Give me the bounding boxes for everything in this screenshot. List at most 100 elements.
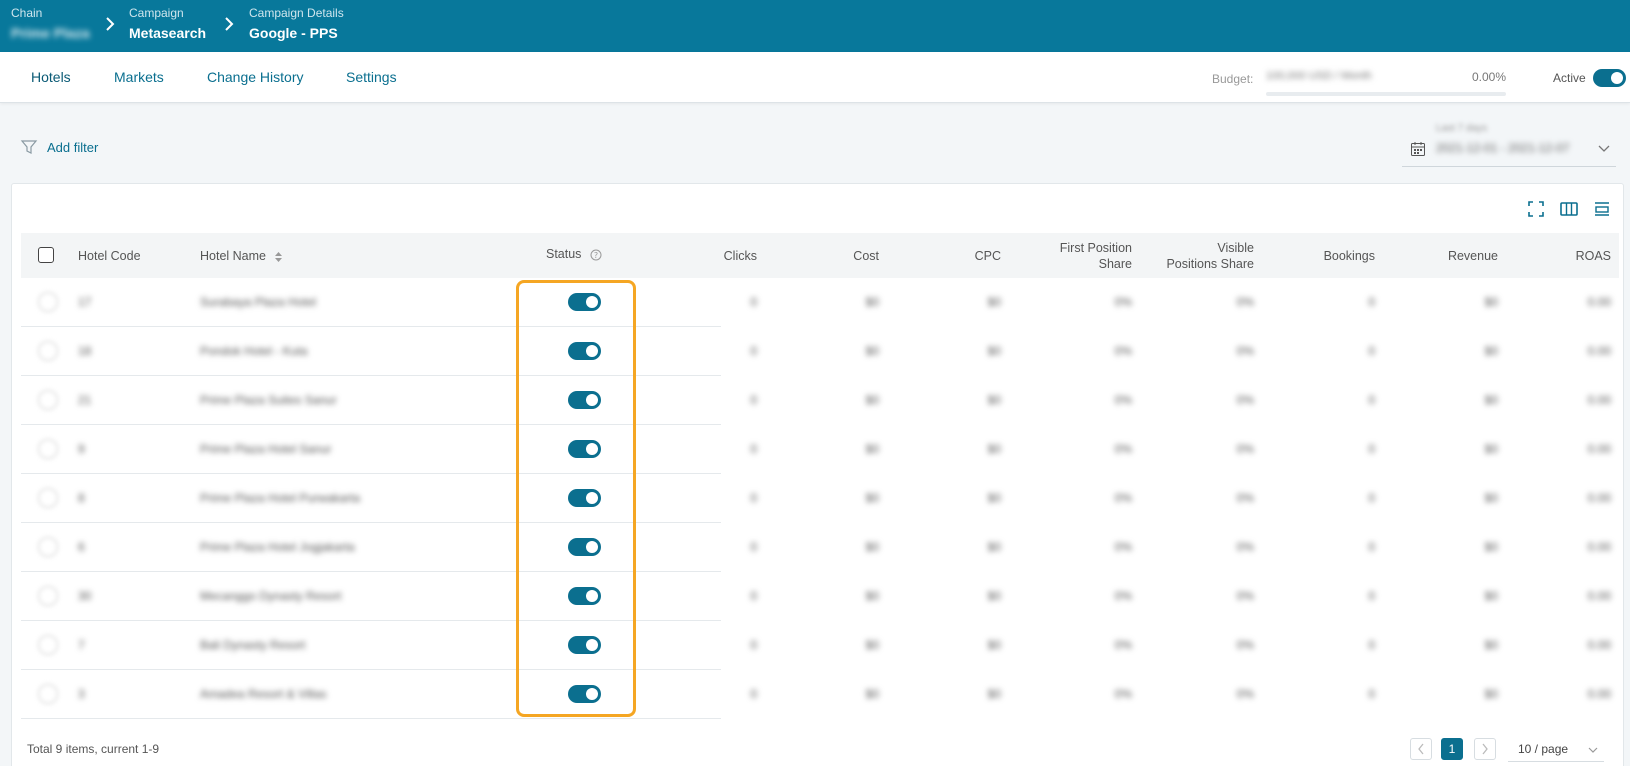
cell-hotel-name[interactable]: Bali Dynasty Resort: [200, 638, 305, 652]
select-all-checkbox[interactable]: [38, 247, 54, 263]
row-checkbox[interactable]: [38, 439, 58, 459]
column-clicks[interactable]: Clicks: [661, 248, 757, 264]
row-checkbox[interactable]: [38, 488, 58, 508]
page-1-button[interactable]: 1: [1441, 738, 1463, 760]
fullscreen-icon[interactable]: [1526, 199, 1546, 219]
cell-cost: $0: [865, 638, 879, 652]
help-icon[interactable]: ?: [590, 249, 602, 261]
cell-hotel-name[interactable]: Pondok Hotel - Kuta: [200, 344, 307, 358]
cell-revenue: $0: [1484, 393, 1498, 407]
cell-cost: $0: [865, 295, 879, 309]
row-checkbox[interactable]: [38, 341, 58, 361]
cell-cpc: $0: [987, 687, 1001, 701]
table-row[interactable]: 21 Prime Plaza Suites Sanur 0 $0 $0 0% 0% 0 $0 0.…: [21, 376, 1619, 425]
columns-icon[interactable]: [1559, 199, 1579, 219]
cell-hotel-name[interactable]: Prime Plaza Hotel Sanur: [200, 442, 331, 456]
row-checkbox[interactable]: [38, 684, 58, 704]
cell-cpc: $0: [987, 295, 1001, 309]
table-row[interactable]: 3 Amadea Resort & Villas 0 $0 $0 0% 0% 0 $0 0.00: [21, 670, 1619, 719]
column-visible-positions-share[interactable]: Visible Positions Share: [1141, 240, 1254, 272]
breadcrumb-chain[interactable]: Chain Prime Plaza: [11, 6, 90, 42]
table-row[interactable]: 7 Bali Dynasty Resort 0 $0 $0 0% 0% 0 $0 0.00: [21, 621, 1619, 670]
table-row[interactable]: 18 Pondok Hotel - Kuta 0 $0 $0 0% 0% 0 $0 0.00: [21, 327, 1619, 376]
row-checkbox[interactable]: [38, 635, 58, 655]
row-checkbox[interactable]: [38, 292, 58, 312]
cell-hotel-code: 18: [78, 344, 92, 358]
status-toggle[interactable]: [568, 293, 601, 311]
next-page-button[interactable]: [1474, 738, 1496, 760]
column-roas[interactable]: ROAS: [1521, 248, 1611, 264]
column-first-position-share[interactable]: First Position Share: [1021, 240, 1132, 272]
status-toggle[interactable]: [568, 538, 601, 556]
cell-first-position-share: 0%: [1114, 295, 1132, 309]
column-hotel-name[interactable]: Hotel Name: [200, 248, 283, 264]
cell-cost: $0: [865, 442, 879, 456]
table-row[interactable]: 17 Surabaya Plaza Hotel 0 $0 $0 0% 0% 0 $0 0.00: [21, 278, 1619, 327]
cell-hotel-name[interactable]: Mecanggo Dynasty Resort: [200, 589, 341, 603]
tab-change-history[interactable]: Change History: [207, 69, 304, 85]
cell-bookings: 0: [1368, 442, 1375, 456]
cell-hotel-name[interactable]: Prime Plaza Hotel Jogjakarta: [200, 540, 355, 554]
status-toggle[interactable]: [568, 342, 601, 360]
pagination-total: Total 9 items, current 1-9: [27, 742, 160, 756]
cell-bookings: 0: [1368, 638, 1375, 652]
column-vps-line2: Positions Share: [1166, 257, 1254, 271]
active-label: Active: [1553, 71, 1586, 85]
cell-roas: 0.00: [1587, 638, 1611, 652]
budget-percent: 0.00%: [1471, 70, 1506, 84]
table-row[interactable]: 6 Prime Plaza Hotel Jogjakarta 0 $0 $0 0% 0% 0 $…: [21, 523, 1619, 572]
breadcrumb-value: Prime Plaza: [11, 25, 90, 41]
campaign-active-toggle[interactable]: [1593, 69, 1626, 87]
tab-markets[interactable]: Markets: [114, 69, 164, 85]
chevron-down-icon: [1598, 145, 1610, 152]
breadcrumb-campaign[interactable]: Campaign Metasearch: [129, 6, 206, 42]
table-row[interactable]: 30 Mecanggo Dynasty Resort 0 $0 $0 0% 0% 0 $0 0.0…: [21, 572, 1619, 621]
cell-hotel-name[interactable]: Surabaya Plaza Hotel: [200, 295, 316, 309]
column-cpc[interactable]: CPC: [901, 248, 1001, 264]
cell-hotel-name[interactable]: Amadea Resort & Villas: [200, 687, 327, 701]
tab-settings[interactable]: Settings: [346, 69, 397, 85]
cell-first-position-share: 0%: [1114, 344, 1132, 358]
density-icon[interactable]: [1592, 199, 1612, 219]
cell-bookings: 0: [1368, 295, 1375, 309]
status-toggle[interactable]: [568, 685, 601, 703]
status-toggle[interactable]: [568, 440, 601, 458]
cell-roas: 0.00: [1587, 344, 1611, 358]
cell-first-position-share: 0%: [1114, 687, 1132, 701]
cell-bookings: 0: [1368, 344, 1375, 358]
cell-cost: $0: [865, 687, 879, 701]
cell-visible-positions-share: 0%: [1236, 491, 1254, 505]
cell-hotel-name[interactable]: Prime Plaza Suites Sanur: [200, 393, 337, 407]
status-toggle[interactable]: [568, 391, 601, 409]
cell-bookings: 0: [1368, 589, 1375, 603]
cell-clicks: 0: [750, 393, 757, 407]
table-row[interactable]: 8 Prime Plaza Hotel Purwakarta 0 $0 $0 0% 0% 0 $…: [21, 474, 1619, 523]
budget-progress: 100,000 USD / Month 0.00%: [1266, 70, 1506, 96]
row-checkbox[interactable]: [38, 390, 58, 410]
status-toggle[interactable]: [568, 587, 601, 605]
column-status: Status ?: [546, 246, 602, 262]
cell-visible-positions-share: 0%: [1236, 295, 1254, 309]
row-checkbox[interactable]: [38, 586, 58, 606]
cell-visible-positions-share: 0%: [1236, 540, 1254, 554]
column-cost[interactable]: Cost: [781, 248, 879, 264]
column-bookings[interactable]: Bookings: [1271, 248, 1375, 264]
sort-icon[interactable]: [274, 251, 283, 263]
row-checkbox[interactable]: [38, 537, 58, 557]
status-toggle[interactable]: [568, 489, 601, 507]
column-revenue[interactable]: Revenue: [1401, 248, 1498, 264]
chevron-right-icon: [1482, 743, 1488, 755]
status-toggle[interactable]: [568, 636, 601, 654]
table-row[interactable]: 9 Prime Plaza Hotel Sanur 0 $0 $0 0% 0% 0 $0 0.00: [21, 425, 1619, 474]
cell-visible-positions-share: 0%: [1236, 344, 1254, 358]
cell-revenue: $0: [1484, 442, 1498, 456]
column-fps-line2: Share: [1098, 257, 1132, 271]
prev-page-button[interactable]: [1410, 738, 1432, 760]
cell-hotel-name[interactable]: Prime Plaza Hotel Purwakarta: [200, 491, 360, 505]
page-size-select[interactable]: 10 / page: [1508, 738, 1604, 762]
column-hotel-code[interactable]: Hotel Code: [78, 248, 141, 264]
cell-cost: $0: [865, 393, 879, 407]
add-filter-button[interactable]: Add filter: [20, 138, 98, 156]
date-range-picker[interactable]: Last 7 days 2021-12-01 - 2021-12-07: [1402, 117, 1616, 167]
tab-hotels[interactable]: Hotels: [31, 69, 71, 85]
